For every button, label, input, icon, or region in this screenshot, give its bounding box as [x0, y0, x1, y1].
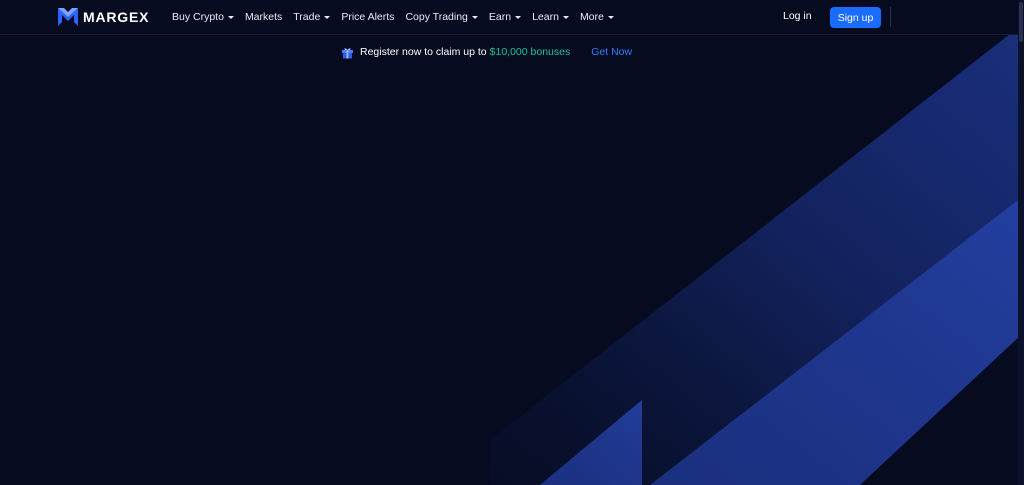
login-link[interactable]: Log in	[783, 10, 812, 22]
background-stripes	[490, 34, 1018, 485]
get-now-link[interactable]: Get Now	[591, 46, 632, 58]
nav-item-trade[interactable]: Trade	[293, 11, 331, 23]
header-divider	[890, 7, 891, 27]
scrollbar-thumb[interactable]	[1019, 2, 1023, 42]
margex-logo[interactable]: MARGEX	[58, 7, 149, 27]
chevron-down-icon	[607, 16, 614, 19]
margex-logo-icon	[58, 8, 78, 26]
nav-item-label: More	[579, 11, 604, 23]
nav-item-label: Earn	[488, 11, 512, 23]
nav-item-label: Markets	[244, 11, 283, 23]
nav-item-label: Learn	[532, 11, 559, 23]
nav-item-markets[interactable]: Markets	[245, 11, 282, 23]
nav-item-copy-trading[interactable]: Copy Trading	[405, 11, 478, 23]
chevron-down-icon	[515, 16, 522, 19]
promo-text: Register now to claim up to	[360, 46, 487, 58]
page: MARGEX Buy Crypto Markets Trade Price Al…	[0, 0, 1024, 485]
promo-amount: $10,000 bonuses	[489, 46, 571, 58]
chevron-down-icon	[471, 16, 478, 19]
nav-item-learn[interactable]: Learn	[532, 11, 569, 23]
chevron-down-icon	[227, 16, 234, 19]
gift-icon	[342, 47, 353, 58]
nav-item-label: Copy Trading	[405, 11, 468, 23]
nav-item-price-alerts[interactable]: Price Alerts	[341, 11, 394, 23]
signup-button[interactable]: Sign up	[830, 7, 881, 28]
nav-item-earn[interactable]: Earn	[488, 11, 522, 23]
nav-item-buy-crypto[interactable]: Buy Crypto	[172, 11, 234, 23]
nav-item-more[interactable]: More	[580, 11, 614, 23]
nav-item-label: Trade	[293, 11, 321, 23]
chevron-down-icon	[324, 16, 331, 19]
nav-item-label: Price Alerts	[341, 11, 395, 23]
chevron-down-icon	[562, 16, 569, 19]
page-scrollbar[interactable]	[1018, 0, 1024, 485]
nav-item-label: Buy Crypto	[172, 11, 224, 23]
top-navigation-bar: MARGEX Buy Crypto Markets Trade Price Al…	[0, 0, 1024, 35]
brand-name: MARGEX	[83, 9, 150, 25]
promo-banner: Register now to claim up to $10,000 bonu…	[341, 44, 632, 60]
main-nav: Buy Crypto Markets Trade Price Alerts Co…	[172, 0, 625, 34]
